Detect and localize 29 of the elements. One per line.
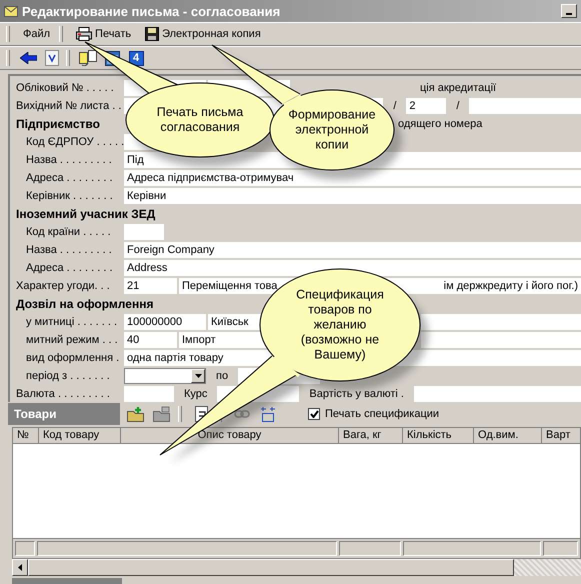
field-label: Адреса . . . . . . . . [25, 262, 114, 274]
tooltip-text: Формирование электронной копии [287, 108, 377, 152]
panel-title: Товари [8, 403, 120, 425]
window-title: Редактирование письма - согласования [22, 4, 280, 18]
field-label: Код ЄДРПОУ . . . . . [25, 136, 122, 148]
field-text: ція акредитації [419, 82, 498, 94]
field-label: Код країни . . . . . [25, 226, 112, 238]
field-text: / [455, 100, 460, 112]
section-heading: Іноземний учасник ЗЕД [16, 206, 156, 220]
section-heading: Дозвіл на оформлення [16, 296, 154, 310]
field-label: вид оформлення . [25, 352, 120, 364]
field-text: по [215, 370, 230, 382]
field-label: у митниці . . . . . . . [25, 316, 118, 328]
field-label: Валюта . . . . . . . . . [16, 388, 111, 400]
field-label: митний режим . . . [25, 334, 119, 346]
field-label: Характер угоди. . . [16, 280, 111, 292]
field-label: Назва . . . . . . . . . [25, 244, 113, 256]
field-label: Вихідний № листа . . [16, 100, 122, 112]
field-text: Курс [183, 388, 208, 400]
field-label: період з . . . . . . . [25, 370, 111, 382]
field-label: Назва . . . . . . . . . [25, 154, 113, 166]
tooltip-text: Печать письма согласования [156, 105, 244, 135]
field-text: одящего номера [398, 118, 484, 130]
field-label: Обліковий № . . . . . [16, 82, 115, 94]
field-text: / [392, 100, 398, 112]
section-heading: Підприємство [16, 116, 100, 130]
field-label: Керівник . . . . . . . [25, 190, 114, 202]
field-text: Вартість у валюті . [308, 388, 405, 400]
field-label: Адреса . . . . . . . . [25, 172, 114, 184]
